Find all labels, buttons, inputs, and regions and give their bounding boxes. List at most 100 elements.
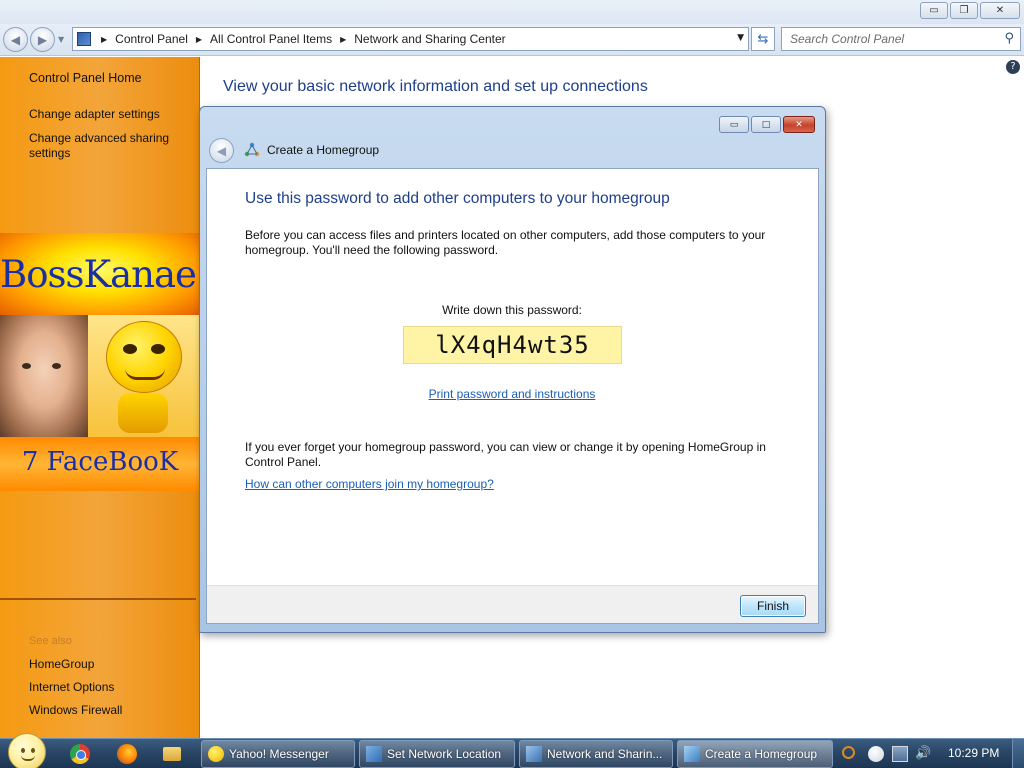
forget-password-text: If you ever forget your homegroup passwo… — [245, 440, 766, 469]
taskbar: Yahoo! Messenger Set Network Location Ne… — [0, 733, 1024, 768]
smiley-cartoon — [88, 315, 200, 437]
network-icon — [366, 746, 382, 762]
password-box: lX4qH4wt35 — [403, 326, 622, 364]
taskbar-button-label: Set Network Location — [387, 747, 502, 761]
smiley-body — [118, 393, 168, 433]
window-caption-buttons: ▭ ❐ ✕ — [920, 2, 1020, 19]
taskbar-button-label: Yahoo! Messenger — [229, 747, 329, 761]
create-homegroup-dialog: ▭ □ ✕ ◀ Create a Homegroup Use this pass… — [199, 106, 826, 633]
start-orb-eye — [31, 748, 35, 753]
dialog-footer: Finish — [207, 585, 818, 623]
dialog-close-button[interactable]: ✕ — [783, 116, 815, 133]
smiley-eye — [151, 344, 165, 354]
firefox-icon[interactable] — [117, 744, 137, 764]
help-icon[interactable]: ? — [1006, 60, 1020, 74]
clock[interactable]: 10:29 PM — [948, 746, 999, 760]
back-arrow-icon: ◀ — [10, 32, 21, 47]
network-sharing-icon — [526, 746, 542, 762]
forward-arrow-icon: ▶ — [37, 32, 48, 47]
start-button[interactable] — [8, 733, 46, 768]
banner-facebook-text: 7 FaceBooK — [21, 447, 179, 477]
child-eye — [22, 363, 31, 369]
minimize-icon: ▭ — [929, 4, 939, 16]
change-adapter-settings-link[interactable]: Change adapter settings — [29, 107, 189, 122]
search-placeholder: Search Control Panel — [790, 32, 905, 46]
taskbar-button-label: Network and Sharin... — [547, 747, 663, 761]
control-panel-home-link[interactable]: Control Panel Home — [29, 71, 189, 86]
folder-icon[interactable] — [163, 747, 181, 761]
dialog-content: Use this password to add other computers… — [206, 168, 819, 624]
left-pane-divider — [0, 598, 196, 600]
show-desktop-button[interactable] — [1012, 739, 1024, 768]
breadcrumb-network-sharing[interactable]: Network and Sharing Center — [354, 32, 505, 46]
homegroup-password: lX4qH4wt35 — [435, 331, 590, 359]
taskbar-button-set-network-location[interactable]: Set Network Location — [359, 740, 515, 768]
close-button[interactable]: ✕ — [980, 2, 1020, 19]
dialog-title: Create a Homegroup — [267, 143, 380, 157]
write-down-label: Write down this password: — [442, 303, 582, 317]
print-password-link[interactable]: Print password and instructions — [207, 387, 817, 401]
smiley-eye — [123, 344, 137, 354]
search-input[interactable]: Search Control Panel ⚲ — [781, 27, 1021, 51]
change-advanced-sharing-link[interactable]: Change advanced sharing settings — [29, 131, 189, 161]
forward-button[interactable]: ▶ — [30, 27, 55, 52]
banner-top: BossKanae — [0, 233, 200, 315]
breadcrumb-separator-icon[interactable]: ▶ — [340, 35, 346, 44]
back-arrow-icon: ◀ — [216, 143, 227, 158]
smiley-face — [106, 321, 182, 393]
breadcrumb-separator-icon[interactable]: ▶ — [101, 35, 107, 44]
child-eye — [52, 363, 61, 369]
taskbar-button-create-homegroup[interactable]: Create a Homegroup — [677, 740, 833, 768]
join-homegroup-help-link[interactable]: How can other computers join my homegrou… — [245, 477, 494, 491]
address-row: ◀ ▶ ▼ ▶ Control Panel ▶ All Control Pane… — [0, 24, 1024, 56]
control-panel-icon — [77, 32, 91, 46]
left-navigation-pane: Control Panel Home Change adapter settin… — [0, 57, 200, 738]
address-bar[interactable]: ▶ Control Panel ▶ All Control Panel Item… — [72, 27, 749, 51]
close-icon: ✕ — [995, 4, 1005, 16]
start-orb-mouth — [21, 755, 35, 761]
taskbar-button-yahoo-messenger[interactable]: Yahoo! Messenger — [201, 740, 355, 768]
refresh-button[interactable]: ⇆ — [751, 27, 775, 51]
close-icon: ✕ — [795, 119, 803, 130]
dialog-maximize-button[interactable]: □ — [751, 116, 781, 133]
breadcrumb-all-items[interactable]: All Control Panel Items — [210, 32, 332, 46]
child-photo — [0, 315, 88, 437]
window-titlebar: ▭ ❐ ✕ — [0, 0, 1024, 24]
taskbar-button-label: Create a Homegroup — [705, 747, 818, 761]
breadcrumb-separator-icon[interactable]: ▶ — [196, 35, 202, 44]
banner-name-text: BossKanae — [0, 253, 197, 296]
refresh-icon: ⇆ — [757, 31, 769, 47]
internet-options-link[interactable]: Internet Options — [29, 680, 189, 695]
recent-pages-dropdown-icon[interactable]: ▼ — [58, 35, 64, 44]
dialog-heading: Use this password to add other computers… — [245, 190, 670, 207]
back-button[interactable]: ◀ — [3, 27, 28, 52]
network-tray-icon[interactable] — [892, 746, 908, 762]
smiley-mouth — [125, 368, 165, 380]
maximize-icon: □ — [761, 119, 771, 130]
banner-bottom: 7 FaceBooK — [0, 437, 200, 491]
messenger-tray-icon[interactable] — [868, 746, 884, 762]
address-dropdown-icon[interactable]: ▼ — [737, 33, 744, 43]
taskbar-button-network-sharing[interactable]: Network and Sharin... — [519, 740, 673, 768]
bosskanae-banner-image: BossKanae 7 FaceBooK — [0, 233, 200, 491]
homegroup-link[interactable]: HomeGroup — [29, 657, 189, 672]
dialog-minimize-button[interactable]: ▭ — [719, 116, 749, 133]
restore-button[interactable]: ❐ — [950, 2, 978, 19]
finish-button[interactable]: Finish — [740, 595, 806, 617]
start-orb-eye — [21, 748, 25, 753]
search-icon[interactable]: ⚲ — [1004, 31, 1014, 46]
search-tray-icon[interactable] — [842, 746, 855, 759]
minimize-button[interactable]: ▭ — [920, 2, 948, 19]
notification-area: 🔊 10:29 PM — [838, 739, 1024, 768]
minimize-icon: ▭ — [729, 119, 739, 130]
homegroup-icon — [684, 746, 700, 762]
homegroup-icon — [244, 142, 260, 157]
chrome-icon[interactable] — [70, 744, 90, 764]
volume-icon[interactable]: 🔊 — [915, 746, 931, 762]
windows-firewall-link[interactable]: Windows Firewall — [29, 703, 189, 718]
dialog-back-button[interactable]: ◀ — [209, 138, 234, 163]
breadcrumb-control-panel[interactable]: Control Panel — [115, 32, 188, 46]
restore-icon: ❐ — [959, 4, 969, 16]
page-title: View your basic network information and … — [223, 78, 648, 95]
dialog-caption-buttons: ▭ □ ✕ — [719, 116, 815, 133]
